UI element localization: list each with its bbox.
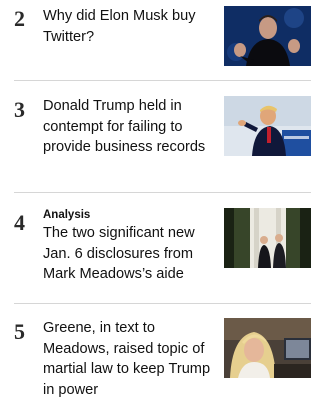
item-text: Why did Elon Musk buy Twitter? [43,6,211,47]
headline-link[interactable]: Greene, in text to Meadows, raised topic… [43,318,211,400]
list-item[interactable]: 3 Donald Trump held in contempt for fail… [14,96,311,180]
most-read-list: 2 Why did Elon Musk buy Twitter? 3 Donal… [0,0,311,400]
elon-musk-photo [224,6,311,66]
item-text: Analysis The two significant new Jan. 6 … [43,208,211,285]
rank-number: 5 [14,319,25,344]
divider [14,192,311,193]
thumbnail-image[interactable] [224,208,311,268]
rank-number: 3 [14,97,25,122]
list-item[interactable]: 5 Greene, in text to Meadows, raised top… [14,318,311,400]
analysis-label: Analysis [43,209,91,221]
donald-trump-photo [224,96,311,156]
headline-link[interactable]: Why did Elon Musk buy Twitter? [43,6,211,47]
headline-link[interactable]: The two significant new Jan. 6 disclosur… [43,223,211,285]
list-item[interactable]: 4 Analysis The two significant new Jan. … [14,208,311,292]
item-text: Greene, in text to Meadows, raised topic… [43,318,211,400]
divider [14,80,311,81]
thumbnail-image[interactable] [224,6,311,66]
white-house-photo [224,208,311,268]
item-text: Donald Trump held in contempt for failin… [43,96,211,158]
thumbnail-image[interactable] [224,96,311,156]
rank-number: 2 [14,6,25,31]
greene-photo [224,318,311,378]
headline-link[interactable]: Donald Trump held in contempt for failin… [43,96,211,158]
thumbnail-image[interactable] [224,318,311,378]
rank-number: 4 [14,210,25,235]
list-item[interactable]: 2 Why did Elon Musk buy Twitter? [14,6,311,66]
divider [14,303,311,304]
